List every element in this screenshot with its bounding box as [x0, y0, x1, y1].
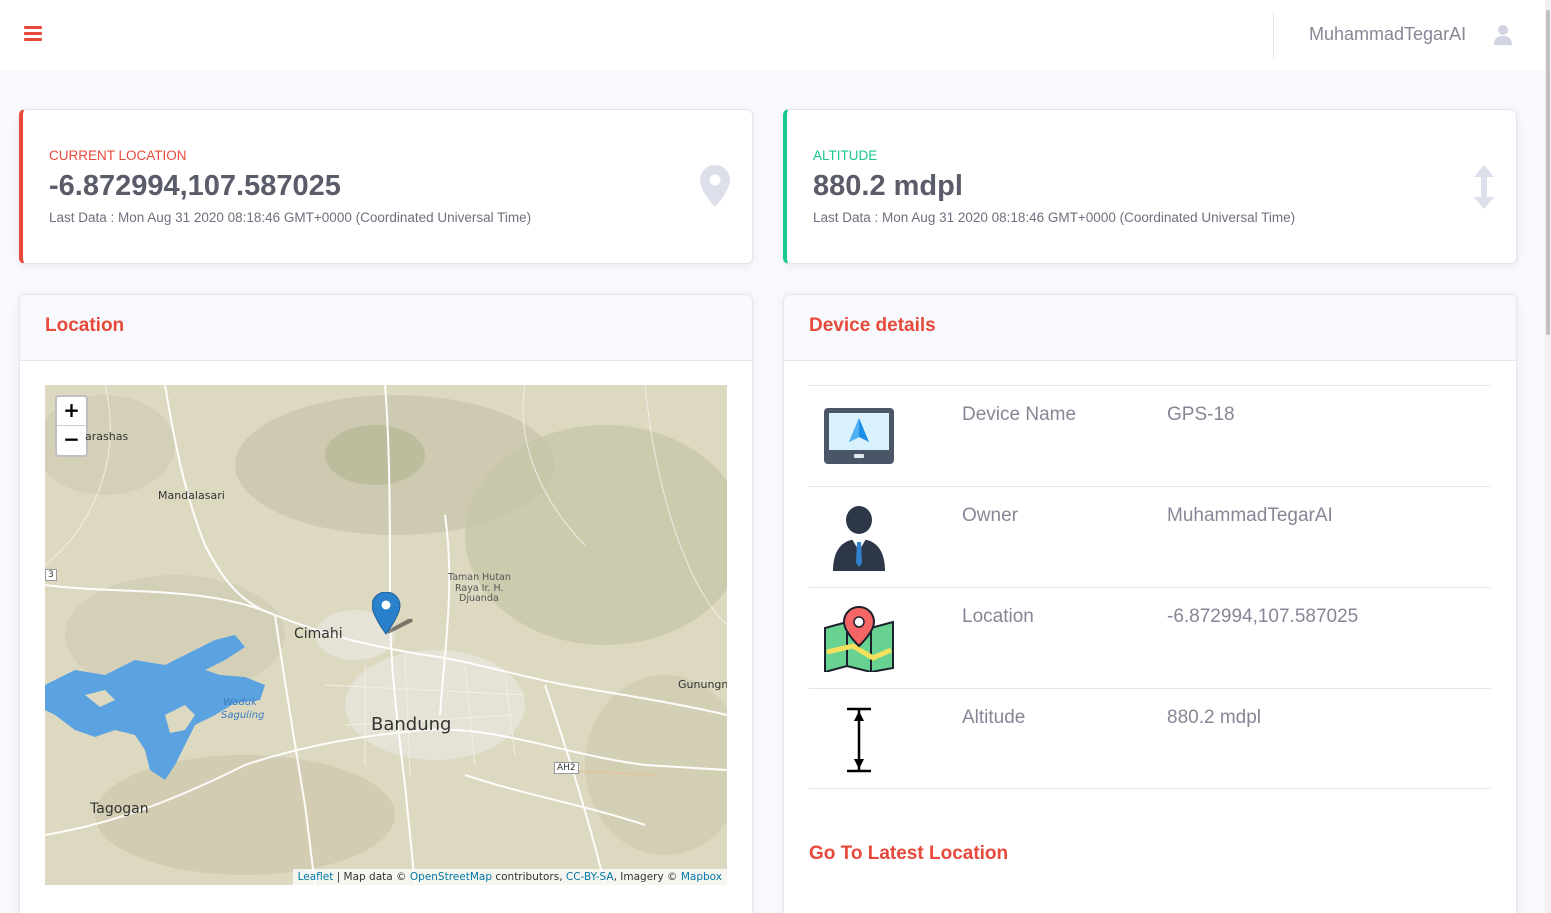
- mapbox-link[interactable]: Mapbox: [681, 871, 722, 883]
- owner-value: MuhammadTegarAI: [1167, 505, 1333, 526]
- map-zoom-out-button[interactable]: −: [57, 426, 86, 455]
- map-label-ah2: AH2: [554, 762, 579, 774]
- device-name-key: Device Name: [962, 404, 1077, 425]
- device-details-title: Device details: [809, 315, 936, 336]
- owner-key: Owner: [962, 505, 1018, 526]
- altitude-last-data: Last Data : Mon Aug 31 2020 08:18:46 GMT…: [813, 210, 1296, 225]
- openstreetmap-link[interactable]: OpenStreetMap: [410, 871, 492, 883]
- map-label-waduk: Waduk: [223, 697, 257, 708]
- arrows-vertical-icon: [1474, 165, 1494, 209]
- map-label-tagogan: Tagogan: [90, 801, 149, 817]
- map-label-saguling: Saguling: [221, 710, 265, 721]
- altitude-value: 880.2 mdpl: [813, 170, 963, 202]
- scrollbar-thumb[interactable]: [1546, 10, 1550, 335]
- altitude-key: Altitude: [962, 707, 1026, 728]
- device-row-altitude: Altitude 880.2 mdpl: [809, 688, 1491, 789]
- device-row-location: Location -6.872994,107.587025: [809, 587, 1491, 688]
- topbar-divider: [1273, 12, 1274, 58]
- leaflet-link[interactable]: Leaflet: [298, 871, 334, 883]
- map-label-taman: Taman Hutan: [448, 572, 511, 583]
- scrollbar-track[interactable]: [1545, 0, 1551, 913]
- gps-device-icon: [824, 408, 894, 464]
- map-label-gunung: Gunungn: [678, 678, 727, 691]
- map-label-cimahi: Cimahi: [294, 626, 343, 642]
- location-panel-title: Location: [45, 315, 125, 336]
- map-location-icon: [824, 606, 894, 672]
- topbar: MuhammadTegarAI: [0, 0, 1551, 70]
- map-marker-icon: [700, 165, 730, 207]
- location-panel: Location + − arashas Mandalasari 3 Taman…: [19, 294, 753, 913]
- device-details-header: Device details: [784, 295, 1516, 361]
- location-panel-header: Location: [20, 295, 752, 361]
- altitude-row-value: 880.2 mdpl: [1167, 707, 1262, 728]
- user-avatar-icon[interactable]: [1492, 24, 1514, 46]
- sidebar-toggle-icon[interactable]: [24, 26, 42, 42]
- map-view[interactable]: + − arashas Mandalasari 3 Taman Hutan Ra…: [45, 385, 727, 885]
- map-label-mandalasari: Mandalasari: [158, 489, 225, 502]
- device-name-value: GPS-18: [1167, 404, 1235, 425]
- owner-icon: [833, 506, 885, 571]
- map-zoom-control: + −: [55, 395, 88, 457]
- map-label-harashas: arashas: [85, 430, 129, 443]
- current-location-last-data: Last Data : Mon Aug 31 2020 08:18:46 GMT…: [49, 210, 532, 225]
- attribution-text-1: | Map data ©: [333, 871, 410, 883]
- attribution-text-3: , Imagery ©: [613, 871, 681, 883]
- altitude-icon: [847, 707, 871, 773]
- license-link[interactable]: CC-BY-SA: [566, 871, 614, 883]
- device-row-name: Device Name GPS-18: [809, 385, 1491, 486]
- current-location-label: CURRENT LOCATION: [49, 148, 187, 163]
- location-value: -6.872994,107.587025: [1167, 606, 1359, 627]
- map-marker-pin-icon[interactable]: [372, 592, 416, 636]
- current-location-value: -6.872994,107.587025: [49, 170, 341, 202]
- user-name[interactable]: MuhammadTegarAI: [1309, 24, 1466, 45]
- current-location-card: CURRENT LOCATION -6.872994,107.587025 La…: [19, 109, 753, 264]
- map-zoom-in-button[interactable]: +: [57, 397, 86, 426]
- go-to-latest-location-link[interactable]: Go To Latest Location: [809, 843, 1008, 865]
- device-row-owner: Owner MuhammadTegarAI: [809, 486, 1491, 587]
- map-attribution: Leaflet | Map data © OpenStreetMap contr…: [292, 869, 727, 885]
- device-details-table: Device Name GPS-18 Owner MuhammadTegarAI…: [809, 385, 1491, 789]
- location-key: Location: [962, 606, 1034, 627]
- device-details-panel: Device details Device Name GPS-18 Owner …: [783, 294, 1517, 913]
- map-label-djuanda: Djuanda: [459, 593, 499, 604]
- altitude-label: ALTITUDE: [813, 148, 878, 163]
- altitude-card: ALTITUDE 880.2 mdpl Last Data : Mon Aug …: [783, 109, 1517, 264]
- map-label-route-3: 3: [45, 569, 57, 581]
- attribution-text-2: contributors,: [492, 871, 566, 883]
- map-label-bandung: Bandung: [371, 714, 452, 735]
